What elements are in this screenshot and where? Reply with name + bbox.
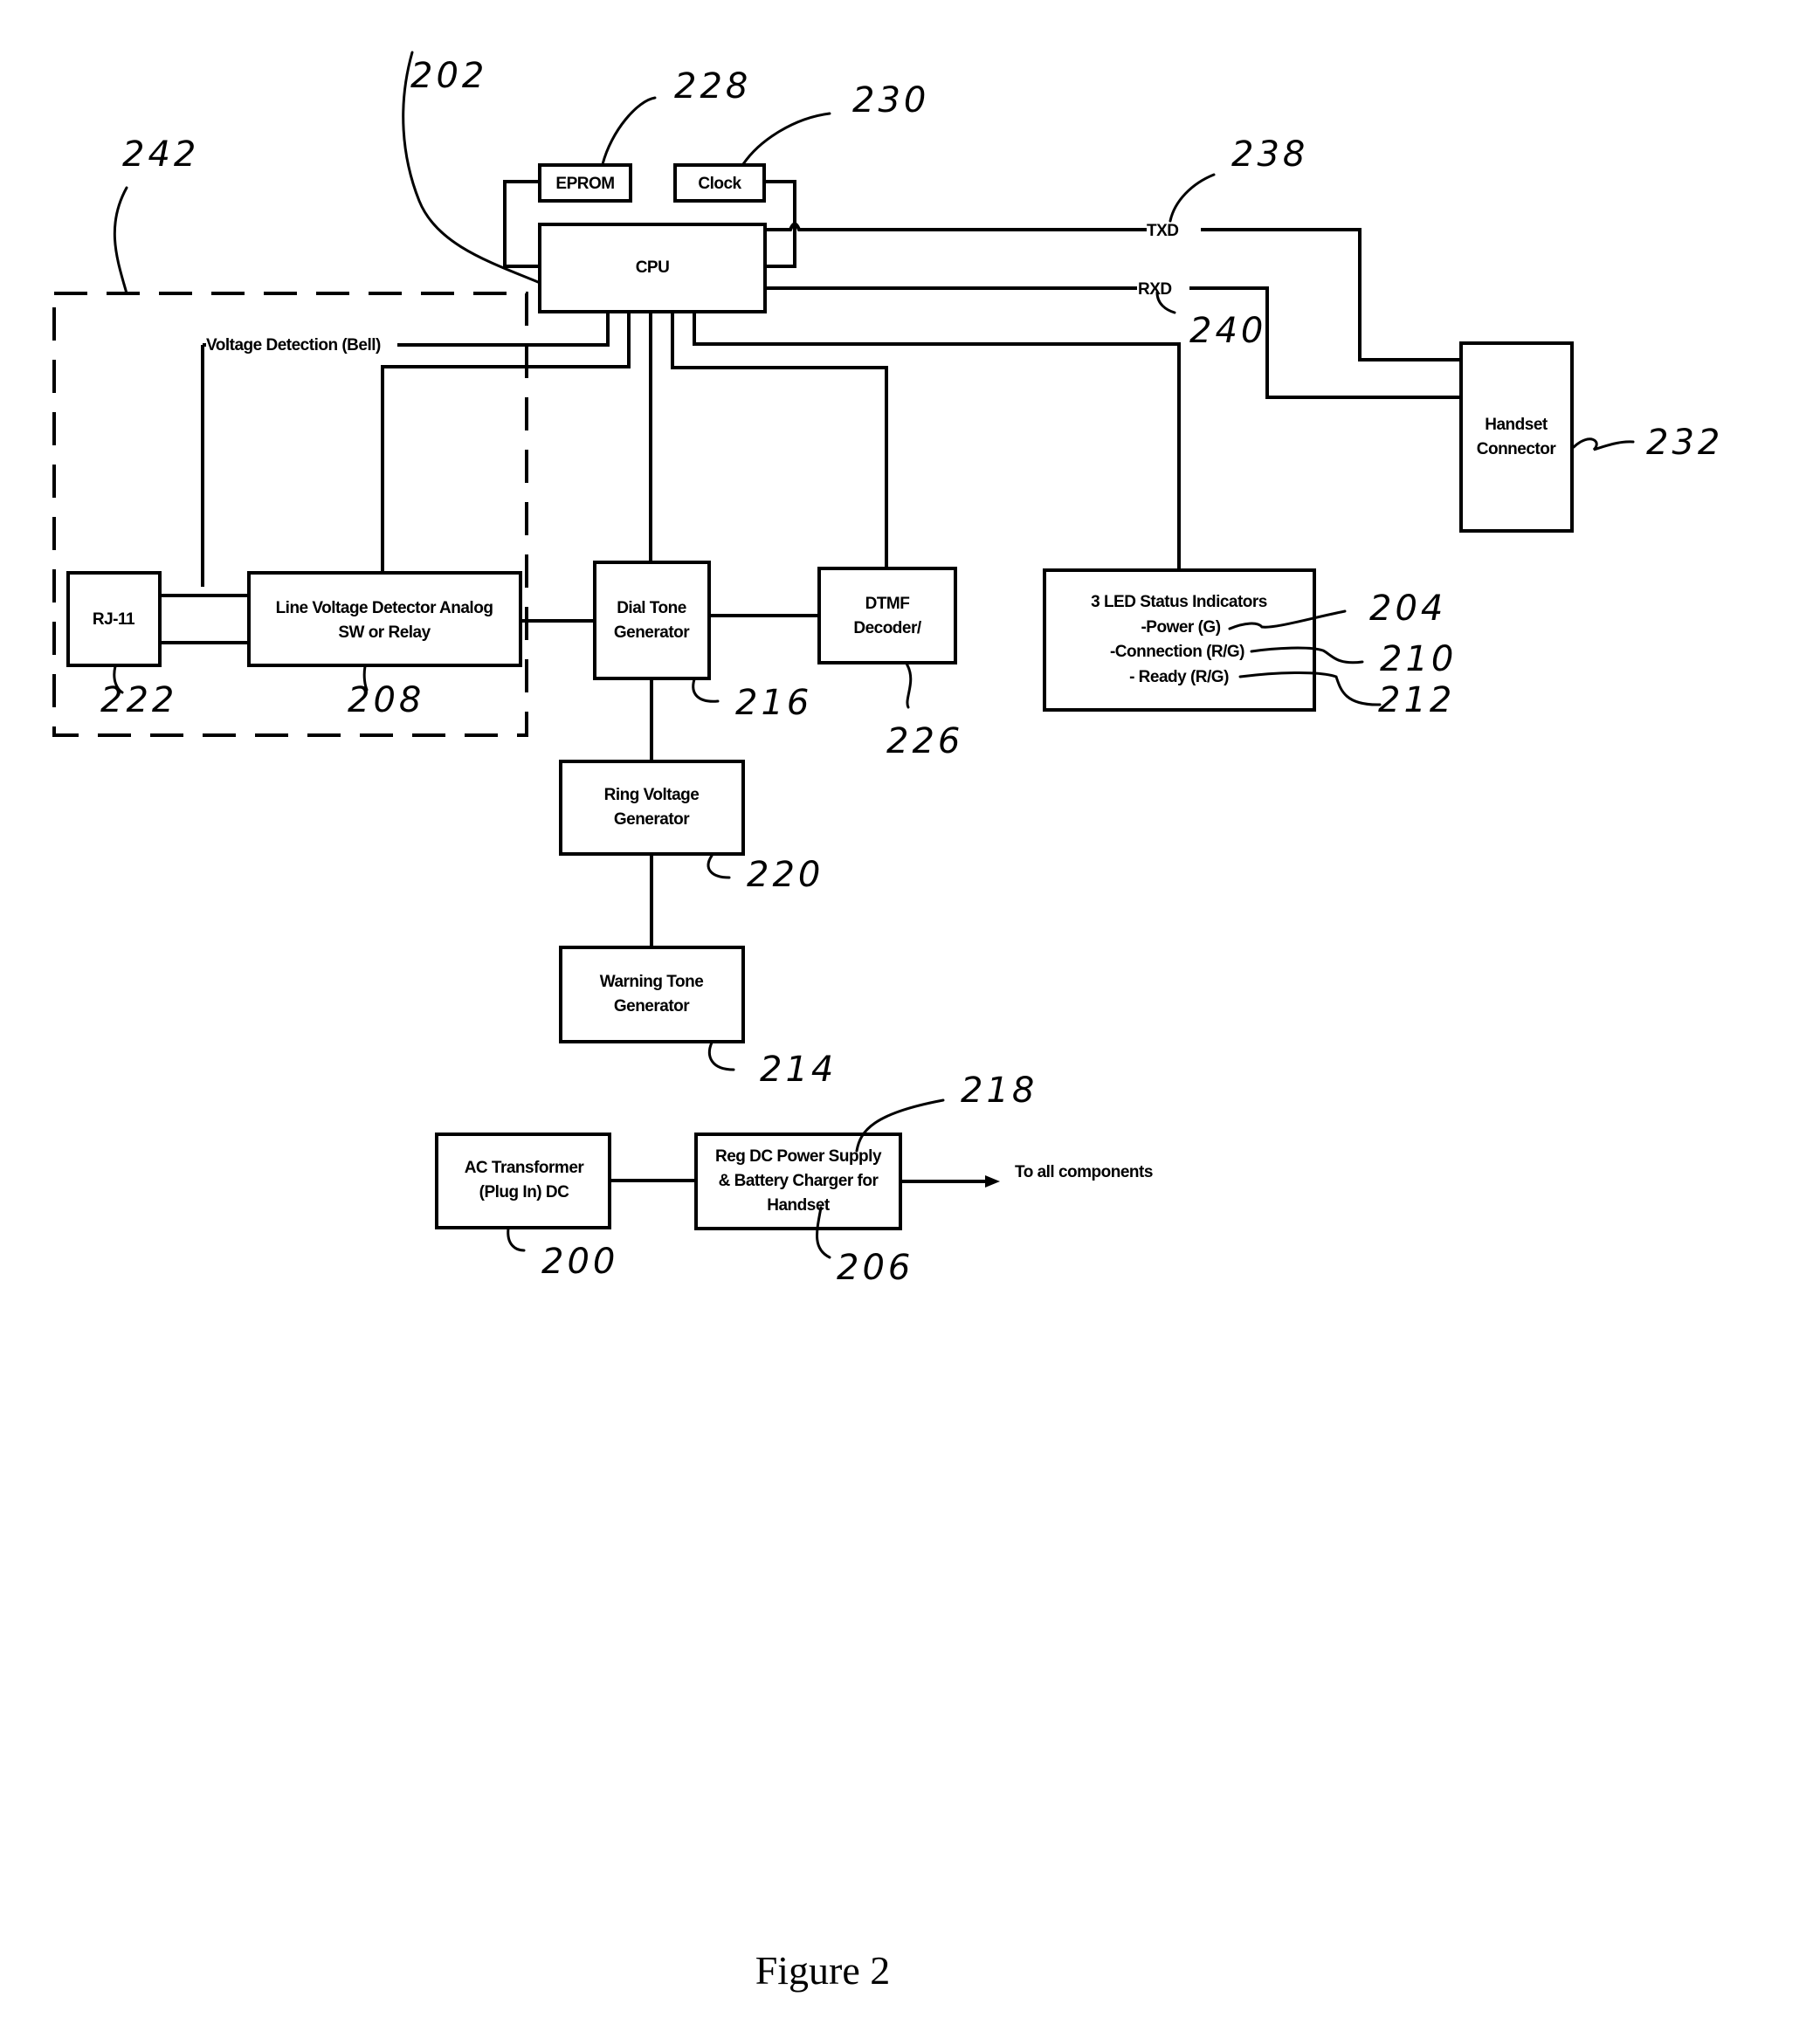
ref-242: 242 <box>122 134 199 175</box>
leader-214 <box>707 1041 735 1071</box>
led-status-block <box>1043 568 1316 712</box>
figure-caption: Figure 2 <box>755 1948 891 1993</box>
dial-tone-generator-label-2: Generator <box>614 623 690 642</box>
ref-220: 220 <box>747 855 824 895</box>
warning-tone-generator-label-2: Generator <box>614 997 690 1016</box>
ref-200: 200 <box>541 1242 618 1282</box>
led-status-title: 3 LED Status Indicators <box>1091 593 1267 611</box>
ref-226: 226 <box>886 721 963 761</box>
ring-voltage-generator-label-1: Ring Voltage <box>604 786 700 804</box>
rj11-label: RJ-11 <box>93 610 135 629</box>
led-status-item-ready: - Ready (R/G) <box>1129 668 1229 686</box>
line-voltage-detector-label-1: Line Voltage Detector Analog <box>276 599 493 617</box>
txd-label: TXD <box>1147 222 1179 240</box>
dtmf-decoder-block <box>817 567 957 664</box>
ref-240: 240 <box>1189 311 1266 351</box>
ring-voltage-generator-label-2: Generator <box>614 810 690 829</box>
ac-transformer-block <box>435 1133 611 1229</box>
reg-dc-label-2: & Battery Charger for <box>719 1172 879 1190</box>
handset-connector-label-1: Handset <box>1485 416 1548 434</box>
ref-232: 232 <box>1646 423 1723 463</box>
handset-connector-label-2: Connector <box>1477 440 1557 458</box>
wire-eprom-cpu <box>503 180 540 268</box>
ac-transformer-label-1: AC Transformer <box>465 1159 585 1177</box>
line-interface-group-outline <box>52 292 528 737</box>
ref-228: 228 <box>674 66 751 107</box>
leader-226 <box>905 662 913 709</box>
wire-txd <box>765 222 1461 361</box>
ref-208: 208 <box>348 680 424 720</box>
ac-transformer-label-2: (Plug In) DC <box>479 1183 569 1201</box>
voltage-detection-label: Voltage Detection (Bell) <box>206 336 381 355</box>
block-diagram: 242 EPROM Clock CPU 202 228 230 TXD 238 … <box>52 51 1723 1993</box>
ref-202: 202 <box>410 56 487 96</box>
warning-tone-generator-label-1: Warning Tone <box>600 973 704 991</box>
ref-206: 206 <box>837 1248 913 1288</box>
ref-214: 214 <box>760 1050 837 1090</box>
leader-232 <box>1572 437 1635 451</box>
eprom-label: EPROM <box>555 175 614 193</box>
ref-204: 204 <box>1369 589 1446 629</box>
to-all-components-label: To all components <box>1015 1163 1153 1181</box>
arrow-head-icon <box>985 1175 1000 1188</box>
leader-220 <box>707 854 731 879</box>
dtmf-decoder-label-1: DTMF <box>865 595 910 613</box>
leader-228 <box>601 96 657 166</box>
ref-238: 238 <box>1231 134 1308 175</box>
ref-216: 216 <box>735 683 812 723</box>
ref-212: 212 <box>1378 680 1455 720</box>
led-status-item-power: -Power (G) <box>1141 618 1220 637</box>
line-voltage-detector-label-2: SW or Relay <box>338 623 431 642</box>
wire-cpu-led <box>693 312 1181 570</box>
line-voltage-detector-block <box>247 571 522 667</box>
wire-cpu-dtmf <box>671 312 888 568</box>
warning-tone-generator-block <box>559 946 745 1043</box>
leader-200 <box>507 1227 526 1252</box>
rxd-label: RXD <box>1138 280 1172 299</box>
dtmf-decoder-label-2: Decoder/ <box>853 619 922 637</box>
clock-label: Clock <box>698 175 741 193</box>
wire-clock-cpu <box>764 180 796 268</box>
leader-216 <box>692 678 720 703</box>
leader-238 <box>1169 173 1216 223</box>
leader-242 <box>113 186 128 295</box>
ref-222: 222 <box>100 680 177 720</box>
leader-230 <box>741 112 831 166</box>
ref-218: 218 <box>961 1071 1038 1111</box>
dial-tone-generator-block <box>593 561 711 680</box>
wire-cpu-line-detector <box>381 312 631 573</box>
led-status-item-connection: -Connection (R/G) <box>1110 643 1244 661</box>
ring-voltage-generator-block <box>559 760 745 856</box>
dial-tone-generator-label-1: Dial Tone <box>617 599 686 617</box>
handset-connector-block <box>1459 341 1574 533</box>
ref-210: 210 <box>1380 639 1457 679</box>
cpu-label: CPU <box>636 258 670 277</box>
ref-230: 230 <box>852 80 929 120</box>
